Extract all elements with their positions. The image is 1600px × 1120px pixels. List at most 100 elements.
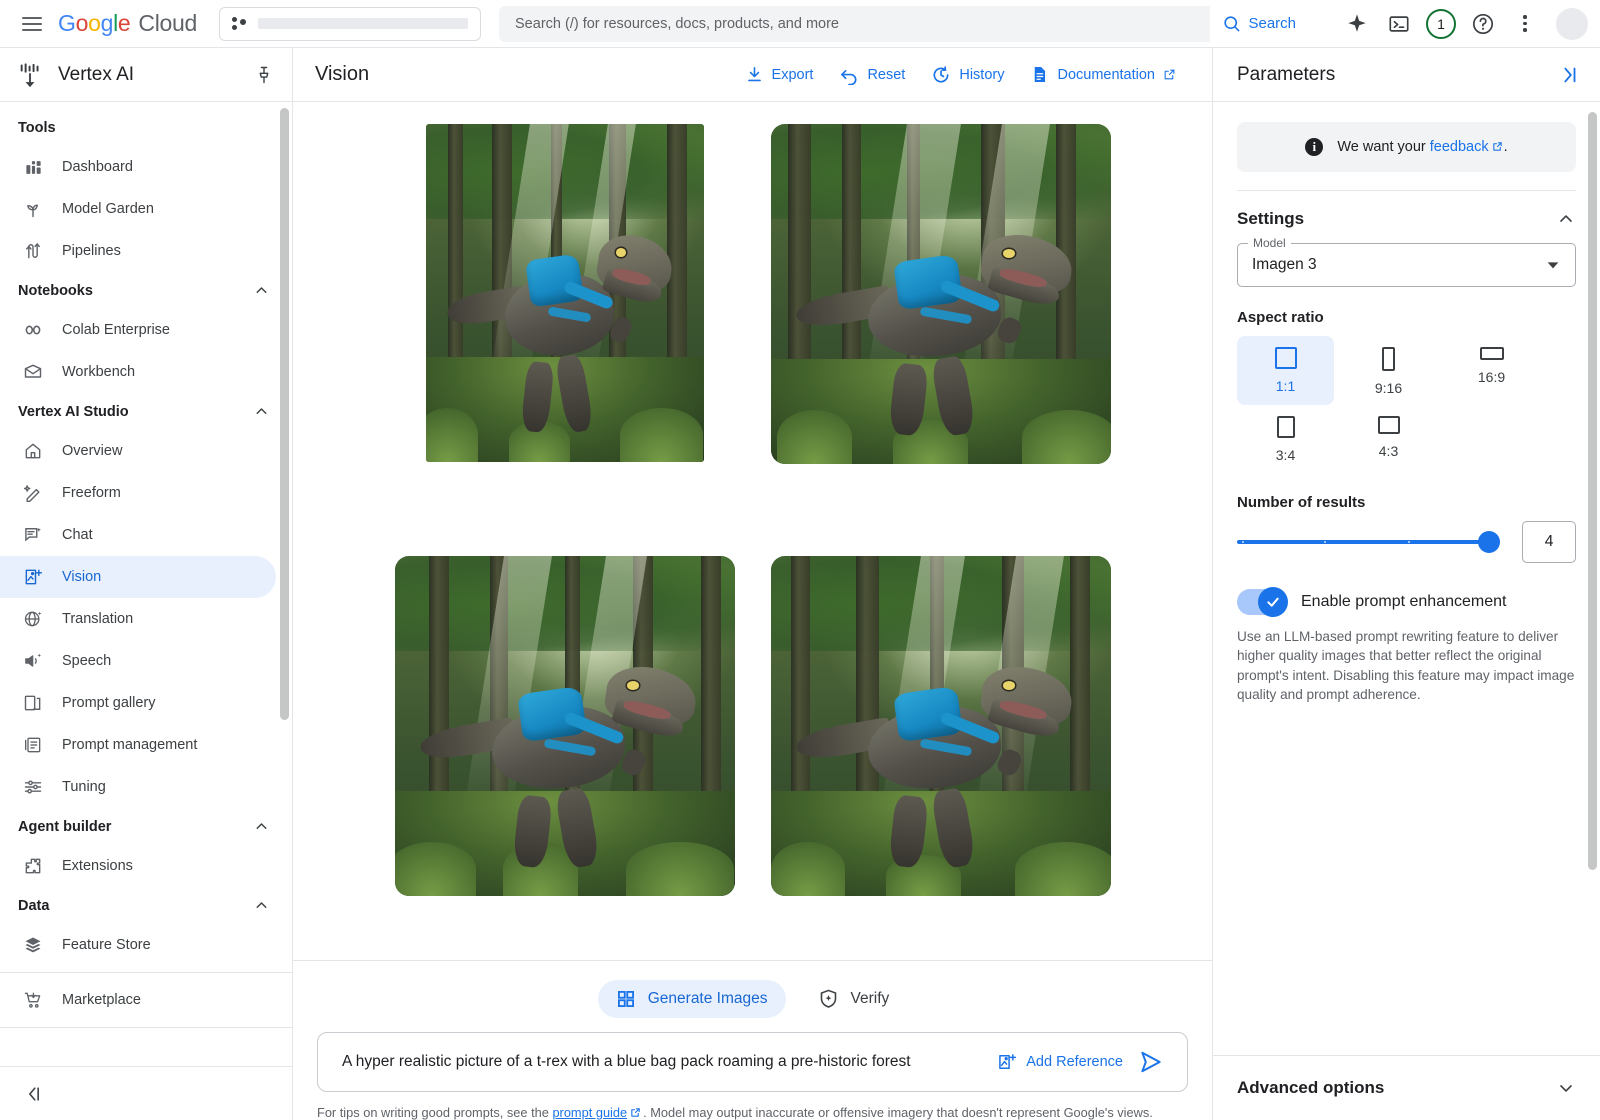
sidebar-item-marketplace[interactable]: Marketplace [0,979,276,1021]
search-button-label: Search [1248,15,1296,32]
aspect-ratio-4-3[interactable]: 4:3 [1340,405,1437,472]
slider-track [1237,540,1500,544]
shield-check-icon [818,988,839,1009]
sidebar-group-label: Vertex AI Studio [18,404,129,420]
documentation-label: Documentation [1057,67,1155,83]
history-button[interactable]: History [931,65,1004,85]
sidebar-group-vertex-ai-studio[interactable]: Vertex AI Studio [0,393,292,430]
gemini-sparkle-icon[interactable] [1338,5,1376,43]
prompt-input[interactable] [342,1053,987,1071]
history-label: History [959,67,1004,83]
prompt-bar[interactable]: Add Reference [317,1032,1188,1092]
notifications-badge[interactable]: 1 [1422,5,1460,43]
generated-image-3[interactable] [395,556,735,896]
sidebar-item-freeform[interactable]: Freeform [0,472,276,514]
feedback-banner: i We want your feedback. [1237,122,1576,172]
settings-label: Settings [1237,209,1304,229]
prompt-enhancement-toggle[interactable] [1237,589,1287,615]
sidebar-scrollbar[interactable] [280,108,289,720]
parameters-scrollbar[interactable] [1588,112,1597,870]
user-avatar[interactable] [1556,8,1588,40]
add-reference-button[interactable]: Add Reference [997,1052,1123,1072]
add-image-icon [997,1052,1017,1072]
sidebar-group-tools[interactable]: Tools [0,110,292,146]
number-of-results-slider[interactable] [1237,531,1500,553]
search-input[interactable] [499,16,1209,32]
number-of-results-value[interactable]: 4 [1522,521,1576,563]
prompt-guide-link[interactable]: prompt guide [552,1105,627,1120]
puzzle-icon [22,855,44,877]
documentation-button[interactable]: Documentation [1030,65,1176,84]
parameters-panel: Parameters i We want your feedback. Sett… [1212,48,1600,1120]
sidebar-item-dashboard[interactable]: Dashboard [0,146,276,188]
vertex-ai-logo-icon [16,61,44,89]
tab-label: Verify [851,990,890,1008]
sidebar-item-label: Freeform [62,485,121,501]
generated-image-4[interactable] [771,556,1111,896]
sidebar-item-label: Dashboard [62,159,133,175]
generated-image-1[interactable] [426,124,704,462]
tab-generate-images[interactable]: Generate Images [598,980,786,1018]
sidebar-item-workbench[interactable]: Workbench [0,351,276,393]
generated-image-2[interactable] [771,124,1111,464]
aspect-ratio-1-1[interactable]: 1:1 [1237,336,1334,405]
tab-verify[interactable]: Verify [800,979,908,1018]
chevron-down-icon [1556,1078,1576,1098]
send-prompt-button[interactable] [1133,1044,1169,1080]
main-content: Vision Export Reset History Documentatio… [293,48,1212,1120]
sidebar-item-tuning[interactable]: Tuning [0,766,276,808]
aspect-ratio-3-4[interactable]: 3:4 [1237,405,1334,472]
doc-icon [1030,65,1049,84]
result-image-illustration [395,556,735,896]
sidebar-item-model-garden[interactable]: Model Garden [0,188,276,230]
global-search[interactable]: Search [499,6,1314,42]
aspect-ratio-9-16[interactable]: 9:16 [1340,336,1437,405]
sidebar-item-chat[interactable]: Chat [0,514,276,556]
sidebar-item-pipelines[interactable]: Pipelines [0,230,276,272]
model-select[interactable]: Model Imagen 3 [1237,243,1576,287]
chevron-up-icon [253,282,270,299]
reset-button[interactable]: Reset [839,65,905,85]
ratio-label: 9:16 [1375,380,1402,396]
search-button[interactable]: Search [1209,6,1314,42]
cloud-shell-icon[interactable] [1380,5,1418,43]
sidebar-item-colab-enterprise[interactable]: Colab Enterprise [0,309,276,351]
app-shell: Vertex AI Tools Dashboard Model Garden P… [0,48,1600,1120]
kebab-menu-icon[interactable] [1506,5,1544,43]
advanced-options-header[interactable]: Advanced options [1213,1055,1600,1120]
page-title: Vision [315,63,745,86]
parameters-body: i We want your feedback. Settings Model … [1213,102,1600,1055]
undo-icon [839,65,859,85]
help-icon[interactable] [1464,5,1502,43]
google-cloud-logo[interactable]: GoogleCloud [58,10,197,37]
sidebar-group-agent-builder[interactable]: Agent builder [0,808,292,845]
sidebar-item-prompt-management[interactable]: Prompt management [0,724,276,766]
hamburger-icon[interactable] [12,4,52,44]
slider-knob[interactable] [1478,531,1500,553]
sidebar-item-overview[interactable]: Overview [0,430,276,472]
sidebar-item-prompt-gallery[interactable]: Prompt gallery [0,682,276,724]
results-canvas [293,102,1212,961]
pin-icon[interactable] [254,65,274,85]
sidebar-group-data[interactable]: Data [0,887,292,924]
sidebar-collapse-button[interactable] [0,1066,292,1120]
sidebar-item-extensions[interactable]: Extensions [0,845,276,887]
sidebar-item-speech[interactable]: Speech [0,640,276,682]
model-garden-icon [22,198,44,220]
project-picker[interactable] [219,7,481,41]
aspect-ratio-16-9[interactable]: 16:9 [1443,336,1540,405]
result-image-illustration [771,556,1111,896]
feedback-link[interactable]: feedback [1430,139,1489,155]
sidebar-item-vision[interactable]: Vision [0,556,276,598]
sidebar-group-notebooks[interactable]: Notebooks [0,272,292,309]
sidebar-item-translation[interactable]: Translation [0,598,276,640]
aspect-ratio-options: 1:1 9:16 16:9 3:4 4:3 [1237,336,1576,472]
colab-icon [22,319,44,341]
logo-cloud-word: Cloud [138,10,197,37]
panel-collapse-icon[interactable] [1558,64,1580,86]
sidebar-title: Vertex AI [58,64,240,86]
content-header: Vision Export Reset History Documentatio… [293,48,1212,102]
sidebar-item-feature-store[interactable]: Feature Store [0,924,276,966]
search-icon [1222,14,1241,33]
export-button[interactable]: Export [745,65,814,84]
